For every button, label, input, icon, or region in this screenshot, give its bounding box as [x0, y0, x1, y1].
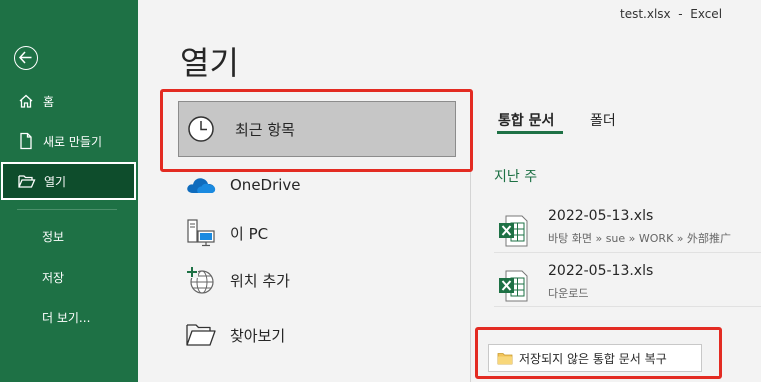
- nav-item-info[interactable]: 정보: [0, 218, 138, 254]
- location-browse[interactable]: 찾아보기: [178, 316, 456, 354]
- nav-item-new[interactable]: 새로 만들기: [0, 123, 138, 159]
- nav-item-more[interactable]: 더 보기...: [0, 299, 138, 335]
- file-path: 다운로드: [548, 287, 589, 300]
- clock-icon: [184, 112, 218, 146]
- nav-item-label: 새로 만들기: [43, 134, 103, 149]
- tab-folders[interactable]: 폴더: [590, 110, 616, 130]
- nav-item-label: 정보: [42, 229, 65, 244]
- back-arrow-icon[interactable]: [14, 46, 38, 70]
- folder-open-icon: [18, 172, 36, 190]
- new-file-icon: [17, 132, 35, 150]
- file-name: 2022-05-13.xls: [548, 208, 654, 224]
- folder-browse-icon: [184, 318, 218, 352]
- nav-item-label: 더 보기...: [42, 310, 91, 325]
- nav-item-label: 저장: [42, 270, 65, 285]
- window-title: test.xlsx - Excel: [620, 7, 723, 21]
- nav-item-label: 열기: [44, 174, 67, 189]
- location-label: 최근 항목: [235, 120, 295, 139]
- location-onedrive[interactable]: OneDrive: [178, 168, 456, 202]
- globe-add-icon: [184, 263, 218, 297]
- location-label: 이 PC: [230, 224, 269, 243]
- location-label: 찾아보기: [230, 326, 286, 345]
- home-icon: [17, 92, 35, 110]
- nav-item-save[interactable]: 저장: [0, 259, 138, 295]
- page-title: 열기: [180, 44, 239, 82]
- row-divider: [494, 306, 761, 307]
- this-pc-icon: [184, 216, 218, 250]
- recent-group-label: 지난 주: [494, 169, 538, 185]
- nav-item-home[interactable]: 홈: [0, 83, 138, 119]
- row-divider: [494, 252, 761, 253]
- recent-file-row[interactable]: 2022-05-13.xls 바탕 화면 » sue » WORK » 外部推广: [494, 205, 761, 253]
- tab-active-indicator: [497, 131, 563, 134]
- location-label: 위치 추가: [230, 271, 290, 290]
- tab-workbooks[interactable]: 통합 문서: [498, 110, 554, 130]
- location-label: OneDrive: [230, 176, 301, 194]
- folder-icon: [497, 352, 513, 365]
- recover-button-label: 저장되지 않은 통합 문서 복구: [519, 351, 667, 366]
- nav-item-label: 홈: [43, 94, 55, 109]
- nav-divider: [17, 209, 117, 210]
- pane-divider: [470, 90, 471, 382]
- onedrive-cloud-icon: [184, 168, 218, 202]
- file-path: 바탕 화면 » sue » WORK » 外部推广: [548, 232, 732, 245]
- location-this-pc[interactable]: 이 PC: [178, 214, 456, 252]
- backstage-nav: 홈 새로 만들기 열기 정보 저장 더 보기...: [0, 0, 138, 382]
- excel-file-icon: [498, 270, 528, 306]
- recent-file-row[interactable]: 2022-05-13.xls 다운로드: [494, 260, 761, 308]
- excel-file-icon: [498, 215, 528, 251]
- location-recent[interactable]: 최근 항목: [178, 101, 456, 157]
- recover-unsaved-button[interactable]: 저장되지 않은 통합 문서 복구: [488, 344, 702, 372]
- location-add-place[interactable]: 위치 추가: [178, 261, 456, 299]
- file-name: 2022-05-13.xls: [548, 263, 654, 279]
- nav-item-open[interactable]: 열기: [1, 162, 136, 200]
